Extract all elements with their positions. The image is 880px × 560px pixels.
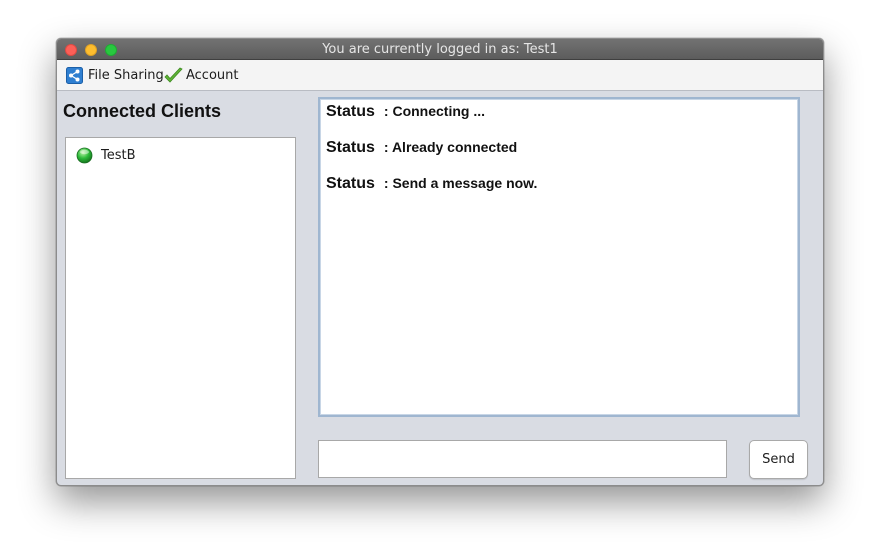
send-button[interactable]: Send (749, 440, 808, 479)
message-key: Status (326, 103, 375, 120)
share-icon (66, 66, 83, 84)
menu-file-sharing[interactable]: File Sharing (66, 66, 164, 84)
message-line: Status : Connecting ... (326, 103, 485, 121)
message-line: Status : Already connected (326, 139, 517, 157)
menu-file-sharing-label: File Sharing (88, 67, 164, 83)
message-line: Status : Send a message now. (326, 175, 537, 193)
message-text: : Send a message now. (383, 175, 538, 191)
client-name: TestB (101, 147, 136, 163)
online-dot-icon (76, 147, 93, 164)
connected-clients-heading: Connected Clients (63, 101, 222, 121)
checkmark-icon (164, 67, 183, 84)
message-key: Status (326, 175, 375, 192)
menu-account[interactable]: Account (164, 66, 239, 84)
app-window: You are currently logged in as: Test1 Fi… (56, 38, 824, 486)
client-item[interactable]: TestB (76, 146, 136, 164)
window-title: You are currently logged in as: Test1 (322, 42, 558, 57)
menu-account-label: Account (186, 67, 239, 83)
menu-bar: File Sharing Account (57, 60, 823, 91)
message-text: : Connecting ... (383, 103, 486, 119)
message-key: Status (326, 139, 375, 156)
title-bar[interactable]: You are currently logged in as: Test1 (57, 39, 823, 60)
message-text: : Already connected (383, 139, 518, 155)
message-area[interactable]: Status : Connecting ... Status : Already c… (318, 97, 800, 417)
message-input[interactable] (318, 440, 727, 478)
clients-list[interactable]: TestB (65, 137, 296, 479)
